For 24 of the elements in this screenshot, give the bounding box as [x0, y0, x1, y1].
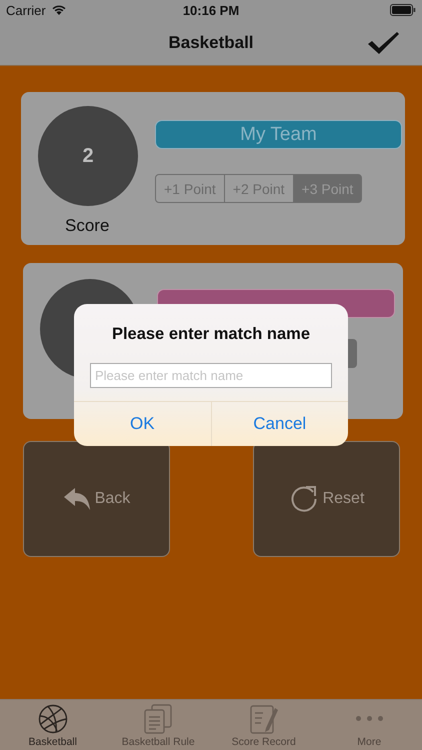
action-button[interactable]: Back — [23, 441, 170, 557]
score-value: 2 — [82, 144, 94, 168]
tab-item[interactable]: More — [316, 700, 422, 750]
input-field[interactable]: Please enter match name — [90, 363, 332, 388]
team-name-field[interactable]: My Team — [155, 120, 402, 149]
reply-arrow-icon — [62, 487, 91, 511]
tab-item[interactable]: Basketball — [0, 700, 106, 750]
score-label: Score — [65, 216, 110, 235]
carrier-label: Carrier — [6, 2, 46, 18]
dialog-button[interactable]: Cancel — [210, 402, 348, 446]
tab-item[interactable]: Basketball Rule — [106, 700, 211, 750]
nav-title: Basketball — [168, 32, 254, 52]
status-time: 10:16 PM — [182, 2, 240, 18]
basketball-icon — [38, 704, 68, 734]
battery-icon — [390, 4, 416, 16]
more-icon — [356, 716, 383, 721]
dialog-title: Please enter match name — [112, 325, 310, 344]
wifi-icon — [50, 4, 67, 16]
note-pencil-icon — [248, 704, 279, 734]
action-button[interactable]: Reset — [253, 441, 400, 557]
checkmark-icon[interactable] — [366, 30, 400, 56]
documents-icon — [143, 704, 174, 734]
tab-item[interactable]: Score Record — [211, 700, 316, 750]
refresh-icon — [288, 484, 319, 514]
